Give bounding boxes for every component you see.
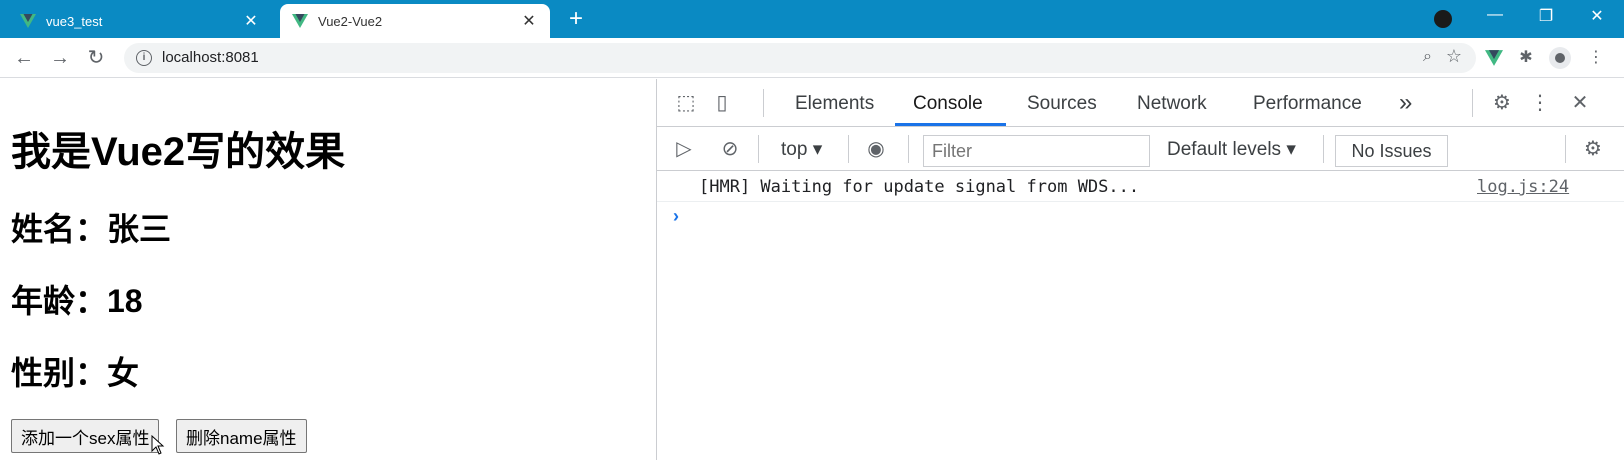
tab-close-icon[interactable]: ✕ — [242, 11, 260, 31]
back-icon[interactable]: ← — [12, 46, 36, 70]
tab-search-icon[interactable] — [1434, 10, 1452, 28]
reload-icon[interactable]: ↻ — [84, 46, 108, 70]
profile-avatar-icon[interactable] — [1548, 46, 1572, 70]
settings-gear-icon[interactable]: ⚙ — [1489, 90, 1515, 116]
minimize-button[interactable]: — — [1483, 6, 1507, 24]
new-tab-button[interactable]: + — [562, 5, 590, 33]
sex-line: 性别：女 — [11, 355, 140, 391]
vue-devtools-extension-icon[interactable] — [1482, 46, 1506, 70]
context-label: top — [781, 139, 808, 160]
divider — [1565, 135, 1566, 163]
tab-vue3-test[interactable]: vue3_test ✕ — [8, 4, 272, 38]
divider — [848, 135, 849, 163]
browser-menu-icon[interactable]: ⋮ — [1584, 46, 1608, 70]
close-devtools-icon[interactable]: ✕ — [1567, 90, 1593, 116]
console-prompt-icon[interactable]: › — [673, 206, 679, 227]
console-message-row: [HMR] Waiting for update signal from WDS… — [657, 172, 1624, 202]
url-text: localhost:8081 — [162, 49, 259, 66]
tab-close-icon[interactable]: ✕ — [520, 11, 538, 31]
tab-elements[interactable]: Elements — [795, 93, 874, 115]
tab-label: vue3_test — [46, 13, 103, 29]
issues-button[interactable]: No Issues — [1335, 135, 1448, 167]
divider — [758, 135, 759, 163]
levels-label: Default levels — [1167, 139, 1282, 160]
vue-logo-icon — [292, 14, 308, 28]
name-line: 姓名：张三 — [11, 211, 172, 247]
extensions-puzzle-icon[interactable]: ✱ — [1514, 46, 1538, 70]
add-sex-button[interactable]: 添加一个sex属性 — [11, 419, 160, 453]
device-toolbar-icon[interactable]: ▯ — [709, 90, 735, 116]
console-toolbar: ▷ ⊘ top ▾ ◉ Default levels ▾ No Issues ⚙ — [657, 127, 1624, 171]
more-tabs-icon[interactable]: » — [1399, 89, 1412, 117]
log-levels-dropdown[interactable]: Default levels ▾ — [1167, 138, 1296, 161]
zoom-icon[interactable]: ⌕ — [1423, 48, 1432, 66]
mouse-cursor-icon — [151, 435, 165, 455]
console-message: [HMR] Waiting for update signal from WDS… — [699, 177, 1140, 197]
tab-sources[interactable]: Sources — [1027, 93, 1097, 115]
console-settings-gear-icon[interactable]: ⚙ — [1580, 136, 1606, 162]
filter-input[interactable] — [923, 135, 1150, 167]
site-info-icon[interactable]: i — [136, 50, 152, 66]
age-line: 年龄：18 — [11, 283, 143, 319]
tab-network[interactable]: Network — [1137, 93, 1207, 115]
tab-console[interactable]: Console — [913, 93, 983, 115]
clear-console-icon[interactable]: ⊘ — [717, 136, 743, 162]
browser-toolbar: ← → ↻ i localhost:8081 ⌕ ☆ ✱ ⋮ — [0, 38, 1624, 78]
devtools-tab-bar: ⬚ ▯ Elements Console Sources Network Per… — [657, 79, 1624, 127]
devtools-menu-icon[interactable]: ⋮ — [1527, 90, 1553, 116]
devtools-panel: ⬚ ▯ Elements Console Sources Network Per… — [656, 79, 1624, 460]
forward-icon[interactable]: → — [48, 46, 72, 70]
console-source-link[interactable]: log.js:24 — [1477, 177, 1569, 197]
tab-performance[interactable]: Performance — [1253, 93, 1362, 115]
inspect-element-icon[interactable]: ⬚ — [673, 90, 699, 116]
restore-button[interactable]: ❐ — [1534, 6, 1558, 26]
active-tab-indicator — [895, 123, 1006, 126]
browser-titlebar: vue3_test ✕ Vue2-Vue2 ✕ + — ❐ ✕ — [0, 0, 1624, 38]
bookmark-star-icon[interactable]: ☆ — [1446, 46, 1462, 67]
delete-name-button[interactable]: 删除name属性 — [176, 419, 307, 453]
close-window-button[interactable]: ✕ — [1585, 6, 1609, 26]
context-selector[interactable]: top ▾ — [781, 138, 822, 161]
tab-vue2-vue2[interactable]: Vue2-Vue2 ✕ — [280, 4, 550, 38]
live-expression-eye-icon[interactable]: ◉ — [863, 136, 889, 162]
divider — [763, 89, 764, 117]
divider — [1323, 135, 1324, 163]
tab-label: Vue2-Vue2 — [318, 13, 383, 29]
sidebar-toggle-icon[interactable]: ▷ — [671, 136, 697, 162]
divider — [908, 135, 909, 163]
address-bar[interactable]: i localhost:8081 ⌕ ☆ — [124, 43, 1476, 73]
vue-logo-icon — [20, 14, 36, 28]
divider — [1472, 89, 1473, 117]
page-heading: 我是Vue2写的效果 — [11, 130, 346, 174]
page-viewport: 我是Vue2写的效果 姓名：张三 年龄：18 性别：女 添加一个sex属性 删除… — [0, 79, 656, 460]
